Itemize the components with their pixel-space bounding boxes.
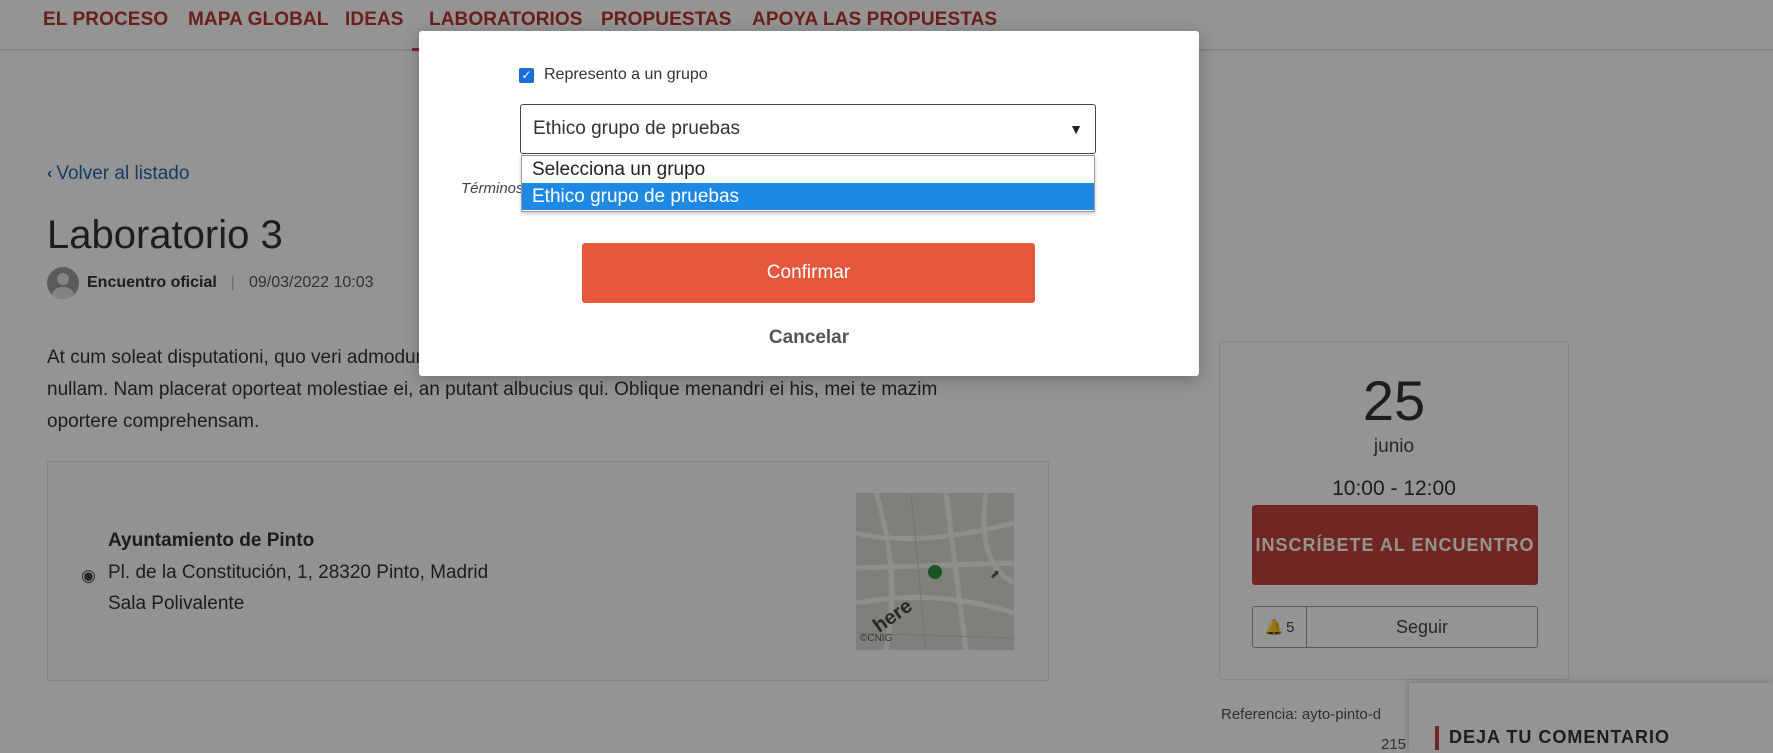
group-select[interactable]: Ethico grupo de pruebas ▼ [520,104,1096,154]
represent-group-label[interactable]: Represento a un grupo [544,66,708,84]
represent-group-checkbox[interactable]: ✓ [519,67,534,83]
group-option[interactable]: Selecciona un grupo [522,156,1094,183]
cancel-button[interactable]: Cancelar [419,327,1199,349]
group-select-modal: ✓ Represento a un grupo Ethico grupo de … [419,31,1199,376]
confirm-button[interactable]: Confirmar [582,243,1035,303]
terms-label: Términos [461,180,524,197]
group-select-dropdown: Selecciona un grupo Ethico grupo de prue… [521,155,1095,212]
group-option-selected[interactable]: Ethico grupo de pruebas [522,183,1094,210]
triangle-down-icon: ▼ [1069,121,1083,137]
group-select-value: Ethico grupo de pruebas [533,118,741,139]
represent-group-row: ✓ Represento a un grupo [519,66,708,84]
